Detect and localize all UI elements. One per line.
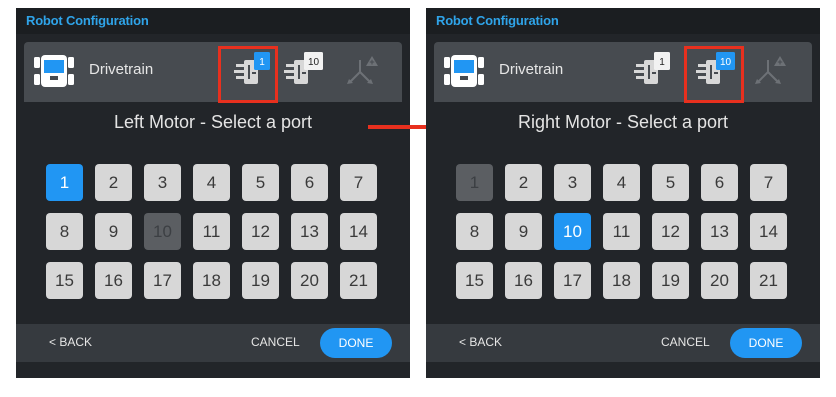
port-button-4[interactable]: 4 (193, 164, 230, 201)
done-button[interactable]: DONE (320, 328, 392, 358)
port-prompt: Right Motor - Select a port (517, 112, 729, 132)
port-button-18[interactable]: 18 (193, 262, 230, 299)
port-button-1[interactable]: 1 (46, 164, 83, 201)
device-bar: Drivetrain 1 10 + (434, 42, 812, 102)
port-button-18[interactable]: 18 (603, 262, 640, 299)
port-button-3[interactable]: 3 (554, 164, 591, 201)
drivetrain-icon[interactable] (32, 51, 76, 96)
port-button-8[interactable]: 8 (456, 213, 493, 250)
window-title: Robot Configuration (26, 13, 149, 28)
port-button-5[interactable]: 5 (242, 164, 279, 201)
port-button-6[interactable]: 6 (291, 164, 328, 201)
cancel-button[interactable]: CANCEL (251, 335, 300, 349)
footer-bar: < BACK CANCEL DONE (16, 324, 410, 362)
port-button-5[interactable]: 5 (652, 164, 689, 201)
motor-highlight-box (684, 46, 744, 103)
motor-port-icon-left[interactable]: 1 (634, 52, 672, 91)
port-button-9[interactable]: 9 (505, 213, 542, 250)
port-button-20[interactable]: 20 (701, 262, 738, 299)
back-button[interactable]: < BACK (459, 335, 502, 349)
port-button-6[interactable]: 6 (701, 164, 738, 201)
svg-text:+: + (369, 57, 374, 67)
port-button-15[interactable]: 15 (456, 262, 493, 299)
device-bar: Drivetrain 1 10 + (24, 42, 402, 102)
port-button-19[interactable]: 19 (242, 262, 279, 299)
port-button-12[interactable]: 12 (242, 213, 279, 250)
port-prompt: Left Motor - Select a port (113, 112, 313, 132)
robot-config-screen-left: Robot Configuration Drivetrain 1 10 + Le… (16, 8, 410, 378)
port-button-7[interactable]: 7 (340, 164, 377, 201)
gyro-sensor-icon[interactable]: + (752, 54, 788, 91)
port-button-2[interactable]: 2 (505, 164, 542, 201)
port-button-13[interactable]: 13 (701, 213, 738, 250)
svg-text:1: 1 (659, 57, 665, 68)
drivetrain-icon[interactable] (442, 51, 486, 96)
port-button-3[interactable]: 3 (144, 164, 181, 201)
port-button-21[interactable]: 21 (750, 262, 787, 299)
port-button-2[interactable]: 2 (95, 164, 132, 201)
cancel-button[interactable]: CANCEL (661, 335, 710, 349)
port-button-11[interactable]: 11 (603, 213, 640, 250)
back-button[interactable]: < BACK (49, 335, 92, 349)
port-button-7[interactable]: 7 (750, 164, 787, 201)
port-button-12[interactable]: 12 (652, 213, 689, 250)
port-button-4[interactable]: 4 (603, 164, 640, 201)
port-button-21[interactable]: 21 (340, 262, 377, 299)
device-label: Drivetrain (89, 61, 154, 78)
gyro-sensor-icon[interactable]: + (344, 54, 380, 91)
title-bar: Robot Configuration (16, 8, 410, 34)
title-bar: Robot Configuration (426, 8, 820, 34)
port-button-19[interactable]: 19 (652, 262, 689, 299)
port-button-11[interactable]: 11 (193, 213, 230, 250)
port-button-17[interactable]: 17 (144, 262, 181, 299)
device-label: Drivetrain (499, 61, 564, 78)
motor-port-icon-right[interactable]: 10 (284, 52, 324, 91)
port-button-14[interactable]: 14 (750, 213, 787, 250)
robot-config-screen-right: Robot Configuration Drivetrain 1 10 + Ri… (426, 8, 820, 378)
done-button[interactable]: DONE (730, 328, 802, 358)
port-button-10[interactable]: 10 (554, 213, 591, 250)
window-title: Robot Configuration (436, 13, 559, 28)
port-button-16[interactable]: 16 (505, 262, 542, 299)
port-button-20[interactable]: 20 (291, 262, 328, 299)
motor-highlight-box (218, 46, 278, 103)
svg-text:+: + (777, 57, 782, 67)
port-button-8[interactable]: 8 (46, 213, 83, 250)
svg-text:10: 10 (308, 57, 320, 68)
port-button-1: 1 (456, 164, 493, 201)
port-button-17[interactable]: 17 (554, 262, 591, 299)
port-button-15[interactable]: 15 (46, 262, 83, 299)
port-button-9[interactable]: 9 (95, 213, 132, 250)
footer-bar: < BACK CANCEL DONE (426, 324, 820, 362)
port-button-16[interactable]: 16 (95, 262, 132, 299)
port-button-14[interactable]: 14 (340, 213, 377, 250)
port-button-13[interactable]: 13 (291, 213, 328, 250)
port-button-10: 10 (144, 213, 181, 250)
